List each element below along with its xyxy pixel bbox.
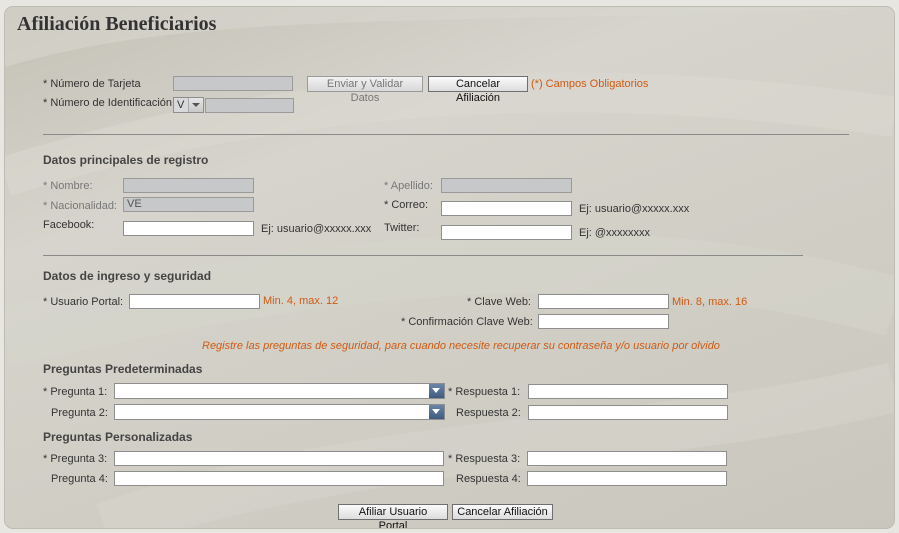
afiliar-usuario-button[interactable]: Afiliar Usuario Portal: [338, 504, 448, 528]
pregunta4-label: Pregunta 4:: [51, 473, 108, 485]
seguridad-heading: Datos de ingreso y seguridad: [43, 269, 212, 283]
respuesta4-label: Respuesta 4:: [456, 473, 521, 485]
twitter-hint: Ej: @xxxxxxxx: [579, 227, 651, 239]
id-number-label: * Número de Identificación: [43, 97, 173, 109]
nacionalidad-label: * Nacionalidad:: [43, 200, 117, 212]
respuesta1-input[interactable]: [528, 384, 728, 399]
clave-hint: Min. 8, max. 16: [672, 296, 748, 308]
card-number-input[interactable]: [173, 76, 293, 91]
id-type-select[interactable]: V: [173, 97, 204, 113]
confirm-clave-input[interactable]: [538, 314, 669, 329]
nacionalidad-input[interactable]: VE: [123, 197, 254, 212]
required-note: (*) Campos Obligatorios: [531, 78, 649, 90]
usuario-input[interactable]: [129, 294, 260, 309]
pregunta2-label: Pregunta 2:: [51, 407, 108, 419]
id-type-value: V: [177, 99, 185, 111]
respuesta3-label: * Respuesta 3:: [448, 453, 521, 465]
clave-label: * Clave Web:: [467, 296, 531, 308]
pregunta1-label: * Pregunta 1:: [43, 386, 108, 398]
twitter-label: Twitter:: [384, 222, 420, 234]
usuario-label: * Usuario Portal:: [43, 296, 124, 308]
pregunta3-input[interactable]: [114, 451, 444, 466]
correo-label: * Correo:: [384, 199, 429, 211]
clave-input[interactable]: [538, 294, 669, 309]
personalizadas-heading: Preguntas Personalizadas: [43, 430, 193, 444]
correo-hint: Ej: usuario@xxxxx.xxx: [579, 203, 690, 215]
nombre-input[interactable]: [123, 178, 254, 193]
pregunta2-select[interactable]: [114, 404, 445, 420]
pregunta4-input[interactable]: [114, 471, 444, 486]
facebook-label: Facebook:: [43, 219, 95, 231]
apellido-label: * Apellido:: [384, 180, 433, 192]
facebook-hint: Ej: usuario@xxxxx.xxx: [261, 223, 372, 235]
apellido-input[interactable]: [441, 178, 572, 193]
divider-top: [43, 134, 849, 135]
chevron-down-icon: [429, 405, 444, 419]
id-number-input[interactable]: [205, 98, 294, 113]
correo-input[interactable]: [441, 201, 572, 216]
usuario-hint: Min. 4, max. 12: [263, 295, 339, 307]
respuesta2-label: Respuesta 2:: [456, 407, 521, 419]
nombre-label: * Nombre:: [43, 180, 93, 192]
send-validate-button[interactable]: Enviar y Validar Datos: [307, 76, 423, 104]
cancel-affiliation-bottom-button[interactable]: Cancelar Afiliación: [452, 504, 553, 520]
facebook-input[interactable]: [123, 221, 254, 236]
pregunta1-select[interactable]: [114, 383, 445, 399]
page-title: Afiliación Beneficiarios: [17, 13, 217, 35]
cancel-affiliation-top-button[interactable]: Cancelar Afiliación: [428, 76, 528, 104]
twitter-input[interactable]: [441, 225, 572, 240]
pregunta3-label: * Pregunta 3:: [43, 453, 108, 465]
respuesta1-label: * Respuesta 1:: [448, 386, 521, 398]
predeterminadas-heading: Preguntas Predeterminadas: [43, 362, 203, 376]
registro-heading: Datos principales de registro: [43, 153, 209, 167]
security-notice: Registre las preguntas de seguridad, par…: [202, 340, 720, 352]
chevron-down-icon: [188, 98, 203, 112]
respuesta4-input[interactable]: [527, 471, 727, 486]
chevron-down-icon: [429, 384, 444, 398]
form-panel: Afiliación Beneficiarios * Número de Tar…: [4, 6, 895, 529]
card-number-label: * Número de Tarjeta: [43, 78, 141, 90]
respuesta3-input[interactable]: [527, 451, 727, 466]
divider-middle: [43, 255, 803, 256]
respuesta2-input[interactable]: [528, 405, 728, 420]
confirm-clave-label: * Confirmación Clave Web:: [401, 316, 533, 328]
